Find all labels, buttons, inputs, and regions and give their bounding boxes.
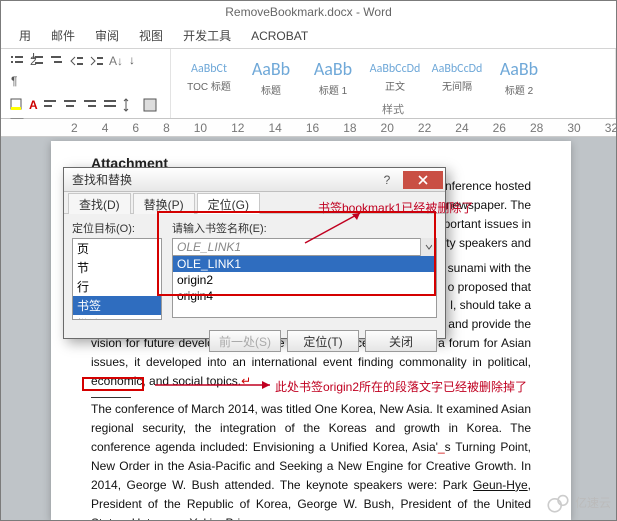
svg-text:↓: ↓	[129, 53, 135, 67]
dialog-title: 查找和替换	[72, 171, 132, 188]
dialog-help-button[interactable]: ?	[373, 171, 401, 189]
bookmark-item-origin4[interactable]: origin4	[173, 288, 436, 304]
bookmark-list[interactable]: OLE_LINK1 origin2 origin4	[172, 256, 437, 318]
target-list[interactable]: 页 节 行 书签 批注 脚注	[72, 238, 162, 320]
find-replace-dialog: 查找和替换 ? 查找(D) 替换(P) 定位(G) 定位目标(O): 页 节 行…	[63, 167, 446, 339]
tab-find[interactable]: 查找(D)	[68, 193, 131, 214]
target-comment[interactable]: 批注	[73, 315, 161, 320]
tab-mail[interactable]: 邮件	[43, 25, 83, 46]
annotation-text-1: 书签bookmark1已经被删除了	[318, 199, 473, 216]
window-title: RemoveBookmark.docx - Word	[225, 5, 392, 19]
target-bookmark[interactable]: 书签	[73, 296, 161, 315]
indent-decrease-icon[interactable]	[69, 53, 85, 69]
annotation-text-2: 此处书签origin2所在的段落文字已经被删除掉了	[275, 378, 527, 395]
style-title[interactable]: AaBb标题	[241, 53, 301, 101]
dialog-footer: 前一处(S) 定位(T) 关闭	[64, 326, 445, 360]
watermark-text: 亿速云	[575, 494, 611, 511]
sort-icon[interactable]: ↓	[127, 53, 143, 69]
goto-target-column: 定位目标(O): 页 节 行 书签 批注 脚注	[72, 220, 162, 320]
tab-review[interactable]: 审阅	[87, 25, 127, 46]
dialog-titlebar[interactable]: 查找和替换 ?	[64, 168, 445, 192]
line-spacing-icon[interactable]	[122, 97, 138, 113]
font-char[interactable]: A↓	[109, 54, 123, 68]
close-icon	[417, 174, 429, 186]
annotation-arrow-2	[150, 378, 280, 392]
group-label-styles: 样式	[179, 101, 607, 117]
svg-text:¶: ¶	[11, 74, 17, 88]
chevron-down-icon	[425, 243, 432, 251]
ribbon-group-styles: AaBbCtTOC 标题 AaBb标题 AaBb标题 1 AaBbCcDd正文 …	[171, 49, 616, 118]
ribbon-tabs: 用 邮件 审阅 视图 开发工具 ACROBAT	[1, 23, 616, 49]
tab-acrobat[interactable]: ACROBAT	[243, 27, 316, 45]
align-justify-icon[interactable]	[102, 97, 118, 113]
shading-icon[interactable]	[142, 97, 158, 113]
ribbon: 12 A↓ ↓ ¶ A 段落 AaBbCt	[1, 49, 616, 119]
close-button[interactable]: 关闭	[365, 330, 437, 352]
target-line[interactable]: 行	[73, 277, 161, 296]
bookmark-item-olelink1[interactable]: OLE_LINK1	[173, 256, 436, 272]
dialog-close-button[interactable]	[403, 171, 443, 189]
style-heading2[interactable]: AaBb标题 2	[489, 53, 549, 101]
align-right-icon[interactable]	[82, 97, 98, 113]
tab-devtools[interactable]: 开发工具	[175, 25, 239, 46]
bookmark-dropdown-button[interactable]	[420, 238, 436, 256]
dialog-body: 定位目标(O): 页 节 行 书签 批注 脚注 请输入书签名称(E): OLE_…	[64, 214, 445, 326]
cursor-line	[91, 397, 131, 398]
show-marks-icon[interactable]: ¶	[9, 73, 25, 89]
style-toc-heading[interactable]: AaBbCtTOC 标题	[179, 53, 239, 101]
style-heading1[interactable]: AaBb标题 1	[303, 53, 363, 101]
target-label: 定位目标(O):	[72, 220, 162, 236]
font-color-icon[interactable]: A	[29, 98, 38, 112]
tab-goto[interactable]: 定位(G)	[197, 193, 260, 214]
numbering-icon[interactable]: 12	[29, 53, 45, 69]
bookmark-item-origin2[interactable]: origin2	[173, 272, 436, 288]
target-section[interactable]: 节	[73, 258, 161, 277]
title-bar: RemoveBookmark.docx - Word	[1, 1, 616, 23]
ribbon-group-paragraph: 12 A↓ ↓ ¶ A 段落	[1, 49, 171, 118]
watermark-icon	[545, 489, 571, 515]
tab-yong[interactable]: 用	[11, 25, 39, 46]
styles-gallery[interactable]: AaBbCtTOC 标题 AaBb标题 AaBb标题 1 AaBbCcDd正文 …	[179, 53, 607, 101]
style-nospacing[interactable]: AaBbCcDd无间隔	[427, 53, 487, 101]
bullets-icon[interactable]	[9, 53, 25, 69]
highlight-icon[interactable]	[9, 97, 25, 113]
indent-increase-icon[interactable]	[89, 53, 105, 69]
align-center-icon[interactable]	[62, 97, 78, 113]
goto-button[interactable]: 定位(T)	[287, 330, 359, 352]
previous-button[interactable]: 前一处(S)	[209, 330, 281, 352]
tab-replace[interactable]: 替换(P)	[133, 193, 195, 214]
style-normal[interactable]: AaBbCcDd正文	[365, 53, 425, 101]
target-page[interactable]: 页	[73, 239, 161, 258]
paragraph-3: The conference of March 2014, was titled…	[91, 400, 531, 520]
tab-view[interactable]: 视图	[131, 25, 171, 46]
horizontal-ruler[interactable]: 24681012141618202224262830323436384042	[1, 119, 616, 137]
watermark: 亿速云	[545, 489, 611, 515]
align-left-icon[interactable]	[42, 97, 58, 113]
multilevel-icon[interactable]	[49, 53, 65, 69]
svg-text:2: 2	[30, 54, 37, 68]
